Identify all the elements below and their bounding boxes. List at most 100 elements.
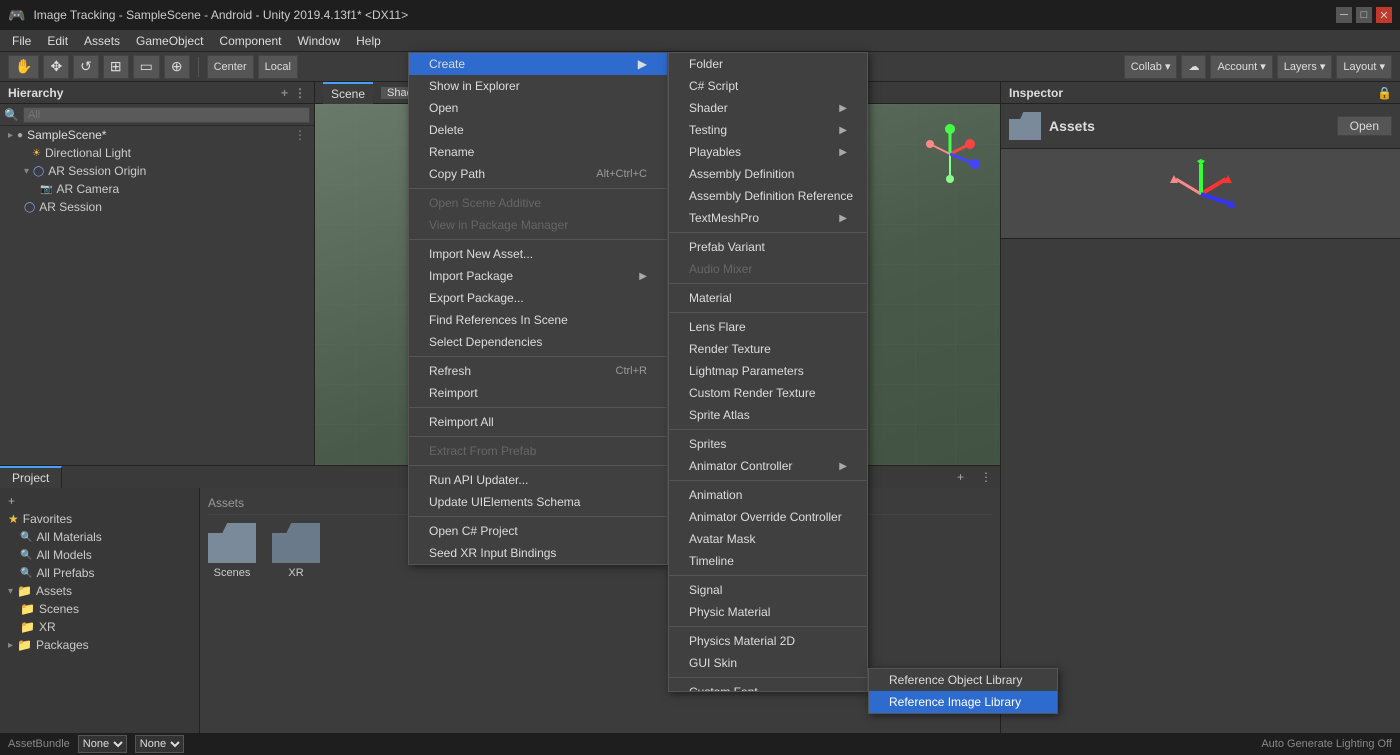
add-icon[interactable]: +: [281, 86, 288, 100]
ctx-show-explorer[interactable]: Show in Explorer: [409, 75, 667, 97]
bottom-add-icon[interactable]: +: [949, 470, 972, 484]
hierarchy-item-arsession[interactable]: ▾ ◯ AR Session Origin: [0, 162, 314, 180]
ctx-signal[interactable]: Physic Material: [669, 601, 867, 623]
ctx-sprites[interactable]: Animator Controller ▶: [669, 455, 867, 477]
ctx-textmeshpro[interactable]: TextMeshPro ▶: [669, 207, 867, 229]
sidebar-scenes[interactable]: 📁 Scenes: [0, 600, 199, 618]
ctx-shader[interactable]: Shader ▶: [669, 97, 867, 119]
xr-folder-asset[interactable]: XR: [272, 523, 320, 579]
sidebar-all-prefabs[interactable]: 🔍 All Prefabs: [0, 564, 199, 582]
ctx-select-dependencies[interactable]: Select Dependencies: [409, 331, 667, 353]
ctx-audio-mixer[interactable]: Material: [669, 287, 867, 309]
inspector-open-button[interactable]: Open: [1337, 116, 1392, 136]
ctx-material[interactable]: Lens Flare: [669, 316, 867, 338]
transform-tool[interactable]: ⊕: [164, 55, 190, 79]
menu-edit[interactable]: Edit: [39, 32, 76, 50]
ctx-open[interactable]: Open: [409, 97, 667, 119]
sidebar-xr[interactable]: 📁 XR: [0, 618, 199, 636]
rect-tool[interactable]: ▭: [133, 55, 160, 79]
layout-button[interactable]: Layout ▾: [1336, 55, 1392, 79]
menu-assets[interactable]: Assets: [76, 32, 128, 50]
ctx-csharp-script[interactable]: C# Script: [669, 75, 867, 97]
hierarchy-item-arcamera[interactable]: 📷 AR Camera: [0, 180, 314, 198]
menu-help[interactable]: Help: [348, 32, 389, 50]
sidebar-packages[interactable]: ▸ 📁 Packages: [0, 636, 199, 654]
ctx-import-package[interactable]: Import Package ▶: [409, 265, 667, 287]
scale-tool[interactable]: ⊞: [103, 55, 129, 79]
ctx-animator-override[interactable]: Avatar Mask: [669, 528, 867, 550]
ctx-assembly-def-ref[interactable]: Assembly Definition Reference: [669, 185, 867, 207]
account-button[interactable]: Account ▾: [1210, 55, 1272, 79]
hand-tool[interactable]: ✋: [8, 55, 39, 79]
rotate-tool[interactable]: ↺: [73, 55, 99, 79]
hierarchy-label: AR Session Origin: [48, 164, 146, 178]
menu-component[interactable]: Component: [211, 32, 289, 50]
ctx-gui-skin[interactable]: Custom Font: [669, 681, 867, 692]
hierarchy-item-samplescene[interactable]: ▸ ● SampleScene* ⋮: [0, 126, 314, 144]
inspector-lock-icon[interactable]: 🔒: [1377, 86, 1392, 100]
ctx-find-references[interactable]: Find References In Scene: [409, 309, 667, 331]
ctx-reference-image-library[interactable]: Reference Image Library: [869, 691, 1057, 713]
menu-bar: File Edit Assets GameObject Component Wi…: [0, 30, 1400, 52]
ctx-physic-material[interactable]: Physics Material 2D: [669, 630, 867, 652]
ctx-assembly-def[interactable]: Assembly Definition: [669, 163, 867, 185]
hierarchy-item-menu[interactable]: ⋮: [294, 128, 306, 142]
menu-gameobject[interactable]: GameObject: [128, 32, 211, 50]
sidebar-all-models[interactable]: 🔍 All Models: [0, 546, 199, 564]
ctx-delete[interactable]: Delete: [409, 119, 667, 141]
center-button[interactable]: Center: [207, 55, 254, 79]
ctx-scene[interactable]: Prefab Variant: [669, 236, 867, 258]
project-tab[interactable]: Project: [0, 466, 62, 488]
ctx-animator-controller[interactable]: Animation: [669, 484, 867, 506]
close-button[interactable]: ✕: [1376, 7, 1392, 23]
ctx-render-texture[interactable]: Lightmap Parameters: [669, 360, 867, 382]
ctx-rename[interactable]: Rename: [409, 141, 667, 163]
ctx-folder[interactable]: Folder: [669, 53, 867, 75]
ctx-animation[interactable]: Animator Override Controller: [669, 506, 867, 528]
ctx-import-new-asset[interactable]: Import New Asset...: [409, 243, 667, 265]
scene-tab[interactable]: Scene: [323, 82, 373, 104]
cloud-button[interactable]: ☁: [1181, 55, 1206, 79]
ctx-reimport[interactable]: Reimport: [409, 382, 667, 404]
ctx-export-package[interactable]: Export Package...: [409, 287, 667, 309]
menu-file[interactable]: File: [4, 32, 39, 50]
search-icon-sm3: 🔍: [20, 568, 32, 579]
minimize-button[interactable]: ─: [1336, 7, 1352, 23]
assetbundle-select[interactable]: None: [78, 735, 127, 753]
ctx-refresh[interactable]: Refresh Ctrl+R: [409, 360, 667, 382]
layers-button[interactable]: Layers ▾: [1277, 55, 1333, 79]
local-button[interactable]: Local: [258, 55, 298, 79]
ctx-sprite-atlas[interactable]: Sprites: [669, 433, 867, 455]
menu-window[interactable]: Window: [289, 32, 348, 50]
ctx-lightmap-params[interactable]: Custom Render Texture: [669, 382, 867, 404]
hierarchy-search[interactable]: [23, 107, 310, 123]
ctx-copy-path[interactable]: Copy Path Alt+Ctrl+C: [409, 163, 667, 185]
scenes-folder-asset[interactable]: Scenes: [208, 523, 256, 579]
ctx-seed-xr[interactable]: Seed XR Input Bindings: [409, 542, 667, 564]
sidebar-favorites[interactable]: ★ Favorites: [0, 510, 199, 528]
ctx-avatar-mask[interactable]: Timeline: [669, 550, 867, 572]
ctx-timeline[interactable]: Signal: [669, 579, 867, 601]
collab-button[interactable]: Collab ▾: [1124, 55, 1178, 79]
sidebar-assets[interactable]: ▾ 📁 Assets: [0, 582, 199, 600]
ctx-lens-flare[interactable]: Render Texture: [669, 338, 867, 360]
ctx-run-api-updater[interactable]: Run API Updater...: [409, 469, 667, 491]
sidebar-all-materials[interactable]: 🔍 All Materials: [0, 528, 199, 546]
hierarchy-item-dirlight[interactable]: ☀ Directional Light: [0, 144, 314, 162]
move-tool[interactable]: ✥: [43, 55, 69, 79]
ctx-testing[interactable]: Testing ▶: [669, 119, 867, 141]
hierarchy-item-arsession2[interactable]: ◯ AR Session: [0, 198, 314, 216]
ctx-reference-object-library[interactable]: Reference Object Library: [869, 669, 1057, 691]
menu-icon[interactable]: ⋮: [294, 86, 306, 100]
ctx-custom-render-texture[interactable]: Sprite Atlas: [669, 404, 867, 426]
sidebar-add-button[interactable]: +: [0, 492, 199, 510]
ctx-reimport-all[interactable]: Reimport All: [409, 411, 667, 433]
ctx-update-uielements[interactable]: Update UIElements Schema: [409, 491, 667, 513]
maximize-button[interactable]: □: [1356, 7, 1372, 23]
ctx-playables[interactable]: Playables ▶: [669, 141, 867, 163]
assetbundle-variant-select[interactable]: None: [135, 735, 184, 753]
ctx-open-csharp[interactable]: Open C# Project: [409, 520, 667, 542]
ctx-physics-material-2d[interactable]: GUI Skin: [669, 652, 867, 674]
bottom-menu-icon[interactable]: ⋮: [972, 470, 1000, 484]
context-menu-1-header[interactable]: Create ▶: [409, 53, 667, 75]
